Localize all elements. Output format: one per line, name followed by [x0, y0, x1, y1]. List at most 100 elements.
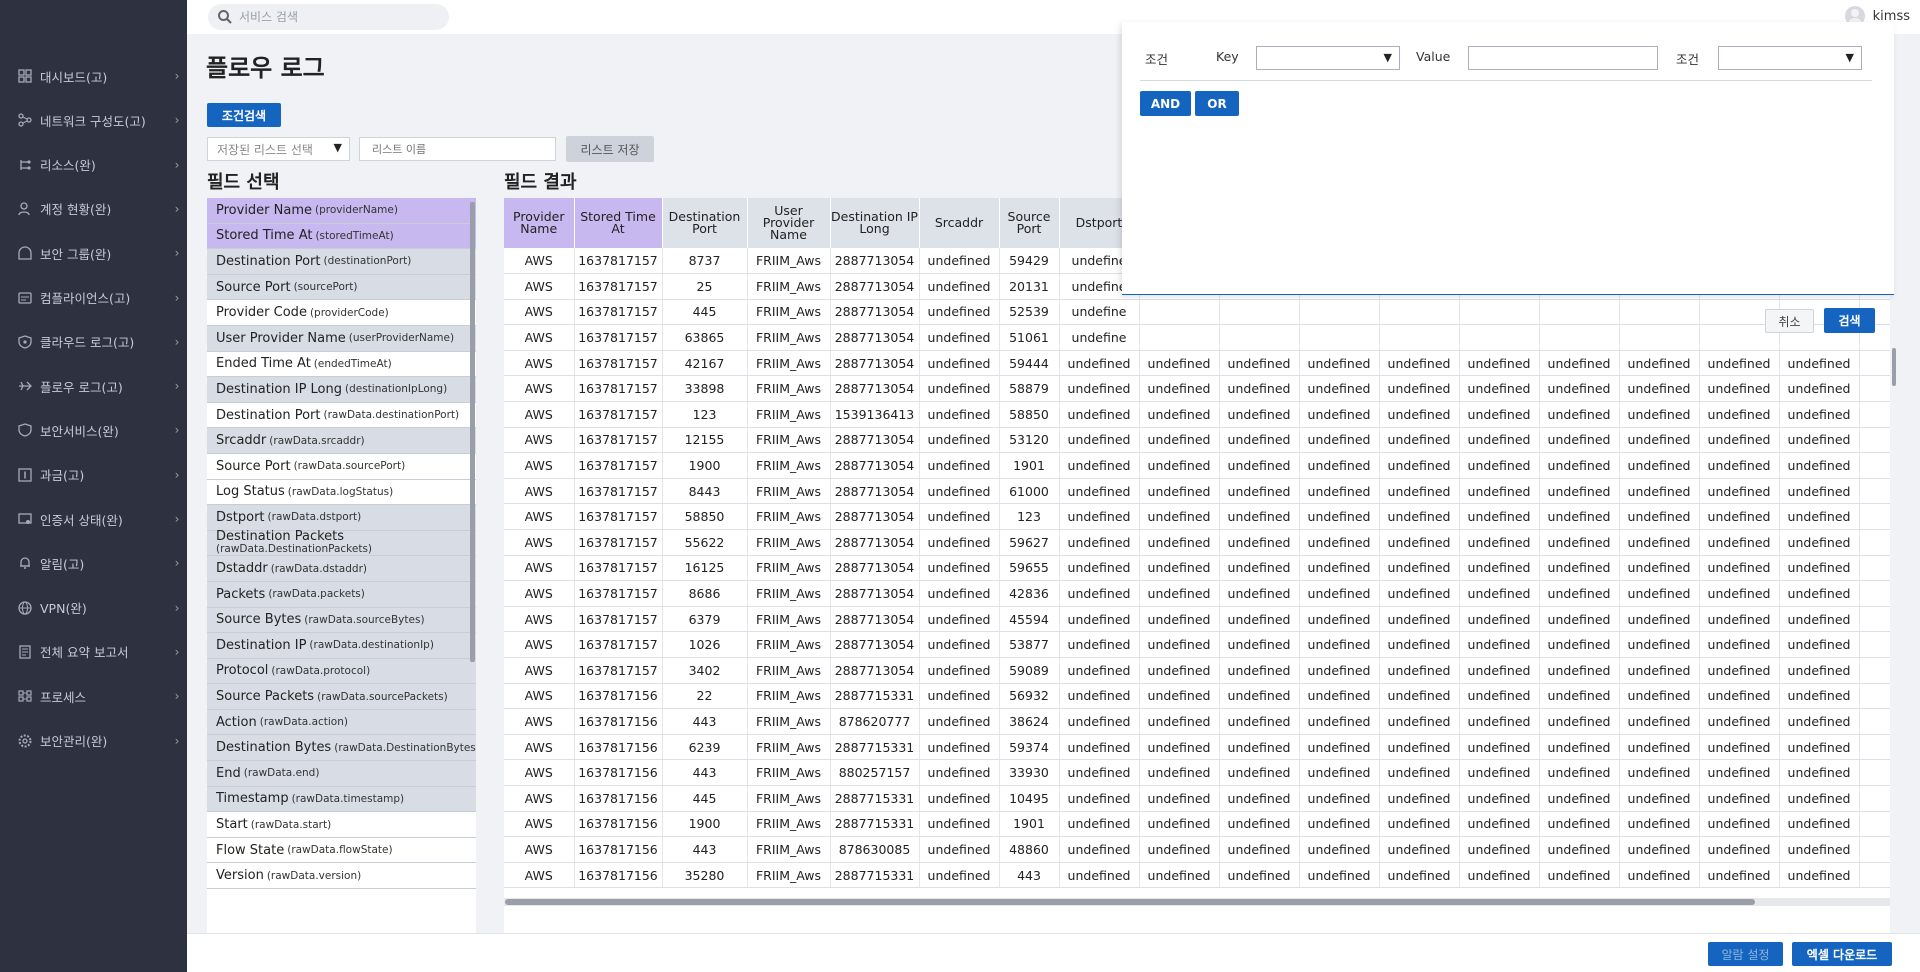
key-select[interactable]: ▼: [1256, 46, 1400, 70]
field-item[interactable]: Action (rawData.action): [207, 709, 476, 736]
sidebar-item[interactable]: 보안 그룹(완) ›: [0, 238, 187, 268]
field-item[interactable]: End (rawData.end): [207, 761, 476, 787]
table-row[interactable]: AWS 1637817157 8686 FRIIM_Aws 2887713054 unde…: [504, 580, 1890, 607]
field-item[interactable]: Destination Port (rawData.destinationPort…: [207, 402, 476, 429]
alarm-setting-button[interactable]: 알람 설정: [1708, 942, 1783, 966]
sidebar-item[interactable]: 인증서 상태(완) ›: [0, 504, 187, 534]
field-item[interactable]: Ended Time At (endedTimeAt): [207, 351, 476, 378]
table-row[interactable]: AWS 1637817156 6239 FRIIM_Aws 2887715331 unde…: [504, 734, 1890, 761]
field-item[interactable]: Provider Name (providerName): [207, 198, 476, 224]
table-cell: undefined: [919, 529, 1000, 556]
table-row[interactable]: AWS 1637817157 55622 FRIIM_Aws 2887713054 und…: [504, 529, 1890, 556]
table-row[interactable]: AWS 1637817157 42167 FRIIM_Aws 2887713054 und…: [504, 350, 1890, 377]
table-cell: [1539, 324, 1620, 351]
sidebar-item[interactable]: 클라우드 로그(고) ›: [0, 327, 187, 357]
table-row[interactable]: AWS 1637817157 445 FRIIM_Aws 2887713054 undef…: [504, 299, 1890, 326]
sidebar-item[interactable]: 플로우 로그(고) ›: [0, 371, 187, 401]
sidebar-item[interactable]: 보안관리(완) ›: [0, 726, 187, 756]
field-item[interactable]: Destination Port (destinationPort): [207, 249, 476, 275]
table-row[interactable]: AWS 1637817156 443 FRIIM_Aws 880257157 undefi…: [504, 759, 1890, 786]
table-cell: undefined: [1299, 811, 1380, 838]
field-item[interactable]: Dstport (rawData.dstport): [207, 505, 476, 531]
excel-download-button[interactable]: 엑셀 다운로드: [1792, 942, 1892, 966]
field-list-scrollbar[interactable]: [470, 202, 475, 662]
table-cell: AWS: [504, 580, 575, 607]
column-header[interactable]: Provider Name: [504, 198, 575, 248]
table-cell: 1637817157: [574, 299, 663, 326]
field-item[interactable]: Protocol (rawData.protocol): [207, 658, 476, 685]
table-row[interactable]: AWS 1637817157 3402 FRIIM_Aws 2887713054 unde…: [504, 657, 1890, 684]
table-row[interactable]: AWS 1637817157 16125 FRIIM_Aws 2887713054 und…: [504, 555, 1890, 582]
table-row[interactable]: AWS 1637817156 22 FRIIM_Aws 2887715331 undefi…: [504, 683, 1890, 710]
service-search-input[interactable]: [239, 10, 439, 24]
table-row[interactable]: AWS 1637817157 6379 FRIIM_Aws 2887713054 unde…: [504, 606, 1890, 633]
column-header[interactable]: Destination Port: [662, 198, 748, 248]
table-row[interactable]: AWS 1637817156 1900 FRIIM_Aws 2887715331 unde…: [504, 811, 1890, 838]
sidebar-item[interactable]: 네트워크 구성도(고) ›: [0, 105, 187, 135]
search-button[interactable]: 검색: [1824, 308, 1875, 333]
sidebar-item[interactable]: 프로세스 ›: [0, 681, 187, 711]
table-row[interactable]: AWS 1637817157 1026 FRIIM_Aws 2887713054 unde…: [504, 631, 1890, 658]
sidebar-item[interactable]: 과금(고) ›: [0, 460, 187, 490]
column-header[interactable]: Destination IP Long: [830, 198, 920, 248]
field-item[interactable]: Log Status (rawData.logStatus): [207, 479, 476, 506]
field-item[interactable]: Source Port (rawData.sourcePort): [207, 453, 476, 480]
column-header[interactable]: User Provider Name: [747, 198, 831, 248]
and-button[interactable]: AND: [1140, 91, 1191, 116]
value-input[interactable]: [1468, 46, 1658, 70]
sidebar-item[interactable]: 전체 요약 보고서 ›: [0, 637, 187, 667]
table-row[interactable]: AWS 1637817157 63865 FRIIM_Aws 2887713054 und…: [504, 324, 1890, 351]
sidebar-item[interactable]: 대시보드(고) ›: [0, 61, 187, 91]
saved-list-select[interactable]: 저장된 리스트 선택 ▼: [207, 137, 350, 161]
field-item[interactable]: Destination Bytes (rawData.DestinationByt…: [207, 735, 476, 762]
field-item[interactable]: Source Packets (rawData.sourcePackets): [207, 684, 476, 710]
table-row[interactable]: AWS 1637817157 12155 FRIIM_Aws 2887713054 und…: [504, 427, 1890, 454]
field-item[interactable]: Destination Packets (rawData.DestinationP…: [207, 530, 476, 557]
condition-select[interactable]: ▼: [1718, 46, 1862, 70]
table-row[interactable]: AWS 1637817157 1900 FRIIM_Aws 2887713054 unde…: [504, 452, 1890, 479]
sidebar-item[interactable]: 계정 현황(완) ›: [0, 194, 187, 224]
sidebar-item[interactable]: VPN(완) ›: [0, 593, 187, 623]
table-row[interactable]: AWS 1637817156 443 FRIIM_Aws 878630085 undefi…: [504, 836, 1890, 863]
field-item[interactable]: Version (rawData.version): [207, 863, 476, 890]
service-search[interactable]: [208, 4, 449, 30]
table-cell: undefined: [1459, 350, 1540, 377]
table-horizontal-scroll-thumb[interactable]: [505, 899, 1755, 905]
table-row[interactable]: AWS 1637817157 123 FRIIM_Aws 1539136413 undef…: [504, 401, 1890, 428]
table-cell: 2887715331: [830, 785, 920, 812]
field-item[interactable]: Packets (rawData.packets): [207, 581, 476, 608]
column-header[interactable]: Source Port: [999, 198, 1060, 248]
list-name-input[interactable]: [359, 137, 556, 161]
field-item[interactable]: Source Port (sourcePort): [207, 274, 476, 301]
field-item[interactable]: Destination IP (rawData.destinationIp): [207, 633, 476, 659]
or-button[interactable]: OR: [1195, 91, 1239, 116]
field-item[interactable]: User Provider Name (userProviderName): [207, 325, 476, 352]
list-save-button[interactable]: 리스트 저장: [566, 136, 654, 162]
condition-search-button[interactable]: 조건검색: [207, 103, 281, 127]
sidebar-item[interactable]: 보안서비스(완) ›: [0, 415, 187, 445]
field-item[interactable]: Stored Time At (storedTimeAt): [207, 223, 476, 250]
field-item[interactable]: Timestamp (rawData.timestamp): [207, 786, 476, 813]
table-row[interactable]: AWS 1637817156 445 FRIIM_Aws 2887715331 undef…: [504, 785, 1890, 812]
table-vertical-scroll-thumb[interactable]: [1892, 348, 1896, 386]
table-row[interactable]: AWS 1637817157 33898 FRIIM_Aws 2887713054 und…: [504, 375, 1890, 403]
field-item[interactable]: Srcaddr (rawData.srcaddr): [207, 428, 476, 454]
table-row[interactable]: AWS 1637817156 35280 FRIIM_Aws 2887715331 und…: [504, 862, 1890, 889]
column-header[interactable]: Srcaddr: [919, 198, 1000, 248]
table-row[interactable]: AWS 1637817156 443 FRIIM_Aws 878620777 undefi…: [504, 708, 1890, 735]
column-header[interactable]: Stored Time At: [574, 198, 663, 248]
table-row[interactable]: AWS 1637817157 8443 FRIIM_Aws 2887713054 unde…: [504, 478, 1890, 505]
field-item[interactable]: Start (rawData.start): [207, 812, 476, 838]
field-item[interactable]: Source Bytes (rawData.sourceBytes): [207, 607, 476, 634]
field-item[interactable]: Destination IP Long (destinationIpLong): [207, 377, 476, 403]
table-cell: 56932: [999, 683, 1060, 710]
table-row[interactable]: AWS 1637817157 58850 FRIIM_Aws 2887713054 und…: [504, 503, 1890, 531]
field-item[interactable]: Flow State (rawData.flowState): [207, 837, 476, 864]
table-cell: undefined: [1699, 708, 1780, 735]
sidebar-item[interactable]: 리소스(완) ›: [0, 150, 187, 180]
sidebar-item[interactable]: 컴플라이언스(고) ›: [0, 283, 187, 313]
cancel-button[interactable]: 취소: [1765, 309, 1814, 333]
field-item[interactable]: Provider Code (providerCode): [207, 300, 476, 326]
sidebar-item[interactable]: 알림(고) ›: [0, 548, 187, 578]
field-item[interactable]: Dstaddr (rawData.dstaddr): [207, 556, 476, 582]
